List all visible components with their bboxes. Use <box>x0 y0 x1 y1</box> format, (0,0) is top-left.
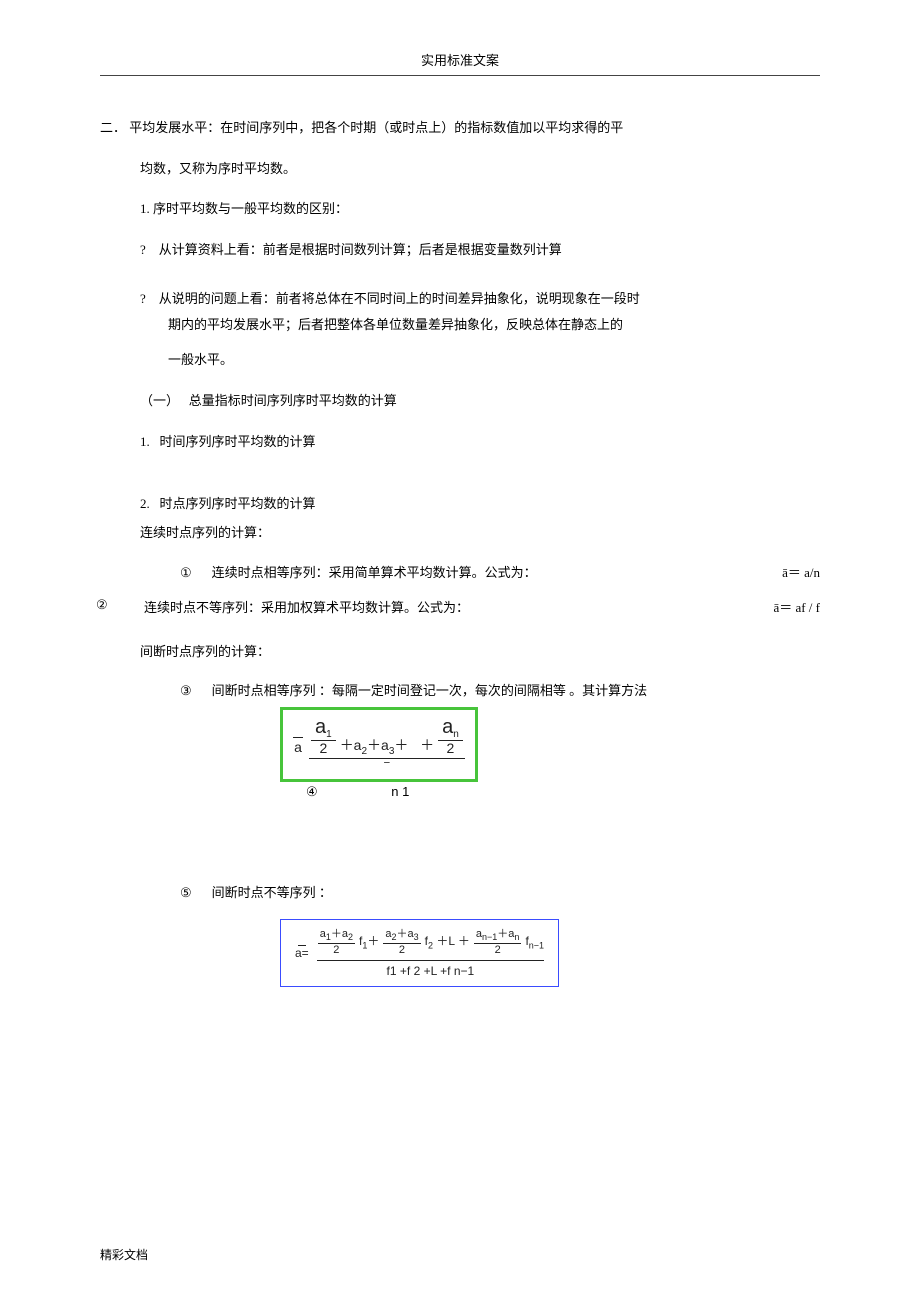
q1-mark: ? <box>140 242 146 257</box>
p1-text: 时间序列序时平均数的计算 <box>160 434 316 449</box>
c5-label: ⑤ <box>180 885 192 901</box>
formula-green-wrap: a a1 2 ＋a2＋a3＋ ＋ an 2 ‾ <box>200 707 820 800</box>
bullet-q2-a: ? 从说明的问题上看：前者将总体在不同时间上的时间差异抽象化，说明现象在一段时 <box>100 287 820 312</box>
point-1-text: 序时平均数与一般平均数的区别： <box>153 201 348 216</box>
bullet-q2-c: 一般水平。 <box>100 348 820 373</box>
para-2: 2. 时点序列序时平均数的计算 <box>100 492 820 517</box>
c4-den: n 1 <box>391 784 409 799</box>
c1-text: 连续时点相等序列：采用简单算术平均数计算。公式为： <box>212 562 762 581</box>
point-1: 1. 序时平均数与一般平均数的区别： <box>100 197 820 222</box>
c4-label: ④ <box>306 784 318 799</box>
circle-5-row: ⑤ 间断时点不等序列 ： <box>100 882 820 901</box>
header-title: 实用标准文案 <box>421 53 499 68</box>
sub1-label: （一） <box>140 393 179 408</box>
footer-text: 精彩文档 <box>100 1246 148 1263</box>
blue-den: f1 +f 2 +L +f n−1 <box>317 961 544 978</box>
c2-formula: ā＝ af / f <box>773 597 820 616</box>
circle-3-row: ③ 间断时点相等序列 ：每隔一定时间登记一次，每次的间隔相等 。其计算方法 <box>100 680 820 699</box>
q2-text-a: 从说明的问题上看：前者将总体在不同时间上的时间差异抽象化，说明现象在一段时 <box>159 291 640 306</box>
bullet-q2-b: 期内的平均发展水平；后者把整体各单位数量差异抽象化，反映总体在静态上的 <box>100 313 820 338</box>
c1-label: ① <box>180 565 192 581</box>
para-1: 1. 时间序列序时平均数的计算 <box>100 430 820 455</box>
c2-text: 连续时点不等序列：采用加权算术平均数计算。公式为： <box>100 597 753 616</box>
para-3-sub: 间断时点序列的计算： <box>100 640 820 665</box>
circle-1-row: ① 连续时点相等序列：采用简单算术平均数计算。公式为： ā＝ a/n <box>100 562 820 581</box>
c3-text: 间断时点相等序列 ：每隔一定时间登记一次，每次的间隔相等 。其计算方法 <box>212 680 820 699</box>
formula-blue-wrap: a= a1＋a22 f1＋ a2＋a32 f2 ＋L ＋ an−1＋an2 fn… <box>200 919 820 988</box>
circle-2-row: ② 连续时点不等序列：采用加权算术平均数计算。公式为： ā＝ af / f <box>100 597 820 616</box>
p2-label: 2. <box>140 496 150 511</box>
para-2-sub: 连续时点序列的计算： <box>100 521 820 546</box>
c1-formula: ā＝ a/n <box>782 562 820 581</box>
c2-label: ② <box>96 597 108 613</box>
bullet-q1: ? 从计算资料上看：前者是根据时间数列计算；后者是根据变量数列计算 <box>100 238 820 263</box>
point-1-label: 1. <box>140 201 150 216</box>
green-lhs: a <box>294 740 302 755</box>
section-2-label: 二． <box>100 120 126 135</box>
p1-label: 1. <box>140 434 150 449</box>
section-2-text-b: 均数，又称为序时平均数。 <box>100 157 820 182</box>
section-2-heading: 二． 平均发展水平：在时间序列中，把各个时期（或时点上）的指标数值加以平均求得的… <box>100 116 820 141</box>
sub1-text: 总量指标时间序列序时平均数的计算 <box>189 393 397 408</box>
formula-green-below: ④ n 1 <box>280 784 820 800</box>
q2-mark: ? <box>140 291 146 306</box>
q1-text: 从计算资料上看：前者是根据时间数列计算；后者是根据变量数列计算 <box>159 242 562 257</box>
subsection-1: （一） 总量指标时间序列序时平均数的计算 <box>100 389 820 414</box>
section-2-text-a: 平均发展水平：在时间序列中，把各个时期（或时点上）的指标数值加以平均求得的平 <box>129 120 623 135</box>
c3-label: ③ <box>180 683 192 699</box>
c5-text: 间断时点不等序列 ： <box>212 882 332 901</box>
p2-text: 时点序列序时平均数的计算 <box>160 496 316 511</box>
header-rule <box>100 75 820 76</box>
formula-green-box: a a1 2 ＋a2＋a3＋ ＋ an 2 ‾ <box>280 707 478 782</box>
formula-blue-box: a= a1＋a22 f1＋ a2＋a32 f2 ＋L ＋ an−1＋an2 fn… <box>280 919 559 988</box>
